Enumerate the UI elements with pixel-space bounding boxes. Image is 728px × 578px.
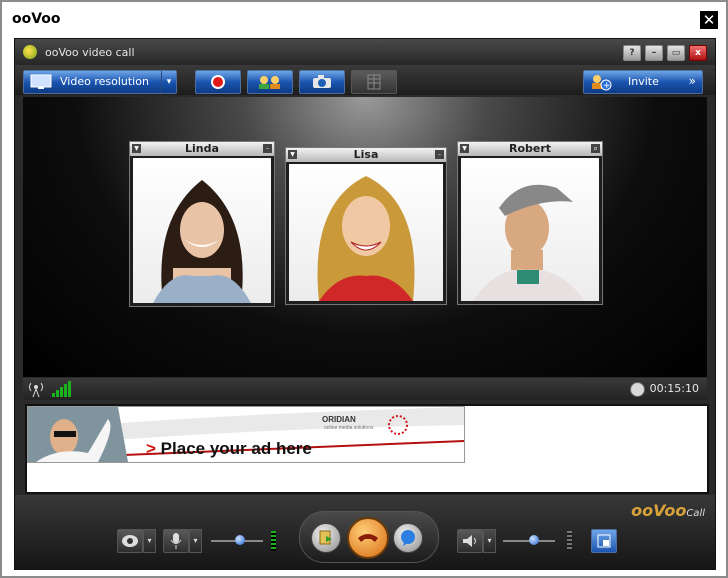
chevron-down-icon[interactable]: ▾ <box>161 71 176 93</box>
participant-panel-linda[interactable]: Linda ▼ – <box>129 141 275 307</box>
expand-icon[interactable]: ▫ <box>591 144 600 153</box>
ad-brand-tagline: online media solutions <box>324 425 374 431</box>
dock-window-button[interactable] <box>591 529 617 553</box>
grid-icon <box>367 74 381 90</box>
call-controls-bar: ooVooCall ▾ ▾ ▾ <box>15 495 715 569</box>
participant-header: Linda ▼ – <box>130 142 274 156</box>
participant-name: Robert <box>508 142 552 155</box>
participant-name: Lisa <box>353 148 379 161</box>
chevron-right-icon: » <box>688 74 696 88</box>
file-transfer-icon <box>319 530 332 545</box>
minimize-button[interactable]: – <box>645 45 663 61</box>
ad-banner[interactable]: ORIDIAN online media solutions > Place y… <box>27 406 465 463</box>
invite-label: Invite <box>628 75 659 88</box>
ad-headline: > Place your ad here <box>146 439 312 459</box>
microphone-level-meter <box>271 531 276 551</box>
speaker-icon <box>463 535 476 547</box>
contacts-button[interactable] <box>247 70 293 94</box>
microphone-button[interactable] <box>163 529 189 553</box>
help-button[interactable]: ? <box>623 45 641 61</box>
minimize-icon[interactable]: – <box>263 144 272 153</box>
record-button[interactable] <box>195 70 241 94</box>
speaker-volume-knob[interactable] <box>529 535 540 545</box>
speaker-button[interactable] <box>457 529 483 553</box>
person-avatar <box>153 180 251 303</box>
speaker-level-meter <box>567 531 572 551</box>
group-icon <box>259 76 280 89</box>
speaker-options-dropdown[interactable]: ▾ <box>483 529 496 553</box>
oovoo-call-logo: ooVooCall <box>631 501 705 520</box>
end-call-button[interactable] <box>347 517 389 559</box>
chat-bubble-icon <box>401 530 415 546</box>
signal-strength-icon <box>52 381 71 397</box>
add-user-icon: + <box>592 75 612 91</box>
ad-area: ORIDIAN online media solutions > Place y… <box>25 404 709 494</box>
minimize-icon[interactable]: – <box>435 150 444 159</box>
brand-logo-text: ooVoo <box>631 501 687 520</box>
participant-header: Lisa ▼ – <box>286 148 446 162</box>
chat-button[interactable] <box>393 523 423 553</box>
broadcast-icon <box>29 382 43 398</box>
outer-window-title: ooVoo <box>12 11 61 27</box>
clock-icon <box>630 382 645 397</box>
chevron-down-icon[interactable]: ▼ <box>288 150 297 159</box>
ad-arrow: > <box>146 439 156 458</box>
chevron-down-icon[interactable]: ▼ <box>460 144 469 153</box>
participant-name: Linda <box>185 142 219 155</box>
person-avatar <box>473 184 585 301</box>
participant-video <box>461 158 599 301</box>
snapshot-button[interactable] <box>299 70 345 94</box>
status-bar: 00:15:10 <box>23 378 707 400</box>
ad-text: Place your ad here <box>160 439 312 458</box>
app-title-bar[interactable]: ooVoo video call ? – ▭ x <box>15 39 715 65</box>
video-call-window: ooVoo video call ? – ▭ x Video resolutio… <box>14 38 716 570</box>
window-dock-icon <box>597 534 611 548</box>
svg-text:+: + <box>603 81 611 91</box>
participant-video <box>133 158 271 303</box>
video-resolution-label: Video resolution <box>60 75 149 88</box>
participant-panel-robert[interactable]: Robert ▼ ▫ <box>457 141 603 305</box>
video-stage: Linda ▼ – Lisa ▼ – Robert ▼ ▫ <box>23 97 707 377</box>
invite-button[interactable]: + Invite » <box>583 70 703 94</box>
toolbar: Video resolution ▾ + Invite » <box>15 65 715 95</box>
outer-window: ooVoo ✕ ooVoo video call ? – ▭ x Video r… <box>0 0 728 578</box>
video-toggle-button[interactable] <box>117 529 143 553</box>
ad-brand: ORIDIAN <box>322 415 356 424</box>
microphone-icon <box>170 533 182 549</box>
webcam-icon <box>122 535 138 547</box>
participant-video <box>289 164 443 301</box>
person-avatar <box>317 176 415 301</box>
video-options-dropdown[interactable]: ▾ <box>143 529 156 553</box>
microphone-options-dropdown[interactable]: ▾ <box>189 529 202 553</box>
send-file-button[interactable] <box>311 523 341 553</box>
oovoo-logo-icon <box>23 45 37 59</box>
hang-up-icon <box>358 534 378 542</box>
monitor-icon <box>30 74 52 89</box>
close-button[interactable]: x <box>689 45 707 61</box>
app-title-text: ooVoo video call <box>45 46 135 59</box>
maximize-button[interactable]: ▭ <box>667 45 685 61</box>
video-resolution-button[interactable]: Video resolution ▾ <box>23 70 177 94</box>
brand-logo-sub: Call <box>686 508 705 519</box>
participant-panel-lisa[interactable]: Lisa ▼ – <box>285 147 447 305</box>
camera-icon <box>313 75 331 88</box>
layout-button[interactable] <box>351 70 397 94</box>
outer-close-button[interactable]: ✕ <box>700 11 718 29</box>
record-icon <box>211 75 225 89</box>
microphone-volume-knob[interactable] <box>234 535 245 545</box>
participant-header: Robert ▼ ▫ <box>458 142 602 156</box>
chevron-down-icon[interactable]: ▼ <box>132 144 141 153</box>
call-duration: 00:15:10 <box>649 382 699 395</box>
